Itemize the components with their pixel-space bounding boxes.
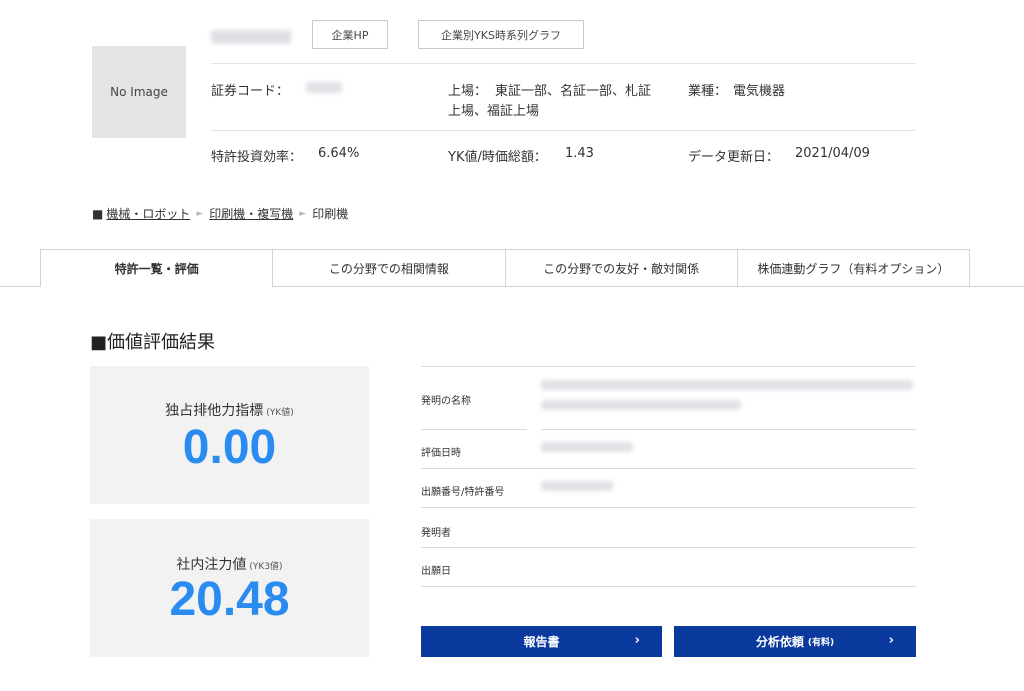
tab-bar: 特許一覧・評価 この分野での相関情報 この分野での友好・敵対関係 株価連動グラフ… xyxy=(40,249,970,287)
report-button-label: 報告書 xyxy=(523,635,560,649)
invention-name-label: 発明の名称 xyxy=(421,396,471,407)
application-number-redacted xyxy=(541,481,613,491)
breadcrumb-item-machinery[interactable]: 機械・ロボット xyxy=(106,205,190,222)
header-divider xyxy=(211,63,916,64)
securities-code-label: 証券コード： xyxy=(211,84,290,99)
detail-rule xyxy=(421,366,916,367)
breadcrumb-separator-icon: ► xyxy=(196,208,204,219)
detail-rule xyxy=(421,586,916,587)
report-button[interactable]: 報告書 › xyxy=(421,626,662,657)
tab-baseline-right xyxy=(970,286,1024,287)
detail-rule xyxy=(421,547,916,548)
invention-name-redacted xyxy=(541,380,913,390)
analysis-request-button[interactable]: 分析依頼 (有料) › xyxy=(674,626,916,657)
evaluation-date-label: 評価日時 xyxy=(421,448,461,459)
tab-relationships[interactable]: この分野での友好・敵対関係 xyxy=(505,249,738,287)
chevron-right-icon: › xyxy=(634,633,640,648)
listing-value-line2: 上場、福証上場 xyxy=(448,104,540,119)
inventor-label: 発明者 xyxy=(421,528,451,539)
detail-rule xyxy=(421,507,916,508)
yk3-value-label: 社内注力値 (YK3値) xyxy=(176,557,283,573)
listing-label: 上場： xyxy=(448,84,488,99)
tab-correlation[interactable]: この分野での相関情報 xyxy=(273,249,506,287)
breadcrumb: ■ 機械・ロボット ► 印刷機・複写機 ► 印刷機 xyxy=(92,205,348,222)
data-updated-label: データ更新日： xyxy=(688,150,780,165)
patent-efficiency-label: 特許投資効率： xyxy=(211,150,303,165)
detail-rule xyxy=(421,429,527,430)
analysis-button-label: 分析依頼 xyxy=(755,635,804,649)
industry-value: 電気機器 xyxy=(733,84,786,99)
company-logo-placeholder: No Image xyxy=(92,46,186,138)
patent-efficiency-value: 6.64% xyxy=(318,146,360,161)
breadcrumb-item-printers: 印刷機 xyxy=(312,207,349,221)
application-number-label: 出願番号/特許番号 xyxy=(421,487,505,498)
yk-value-card: 独占排他力指標 (YK値) 0.00 xyxy=(90,366,369,504)
invention-name-redacted-2 xyxy=(541,400,741,410)
industry-label: 業種： xyxy=(688,84,728,99)
breadcrumb-item-printers-copiers[interactable]: 印刷機・複写機 xyxy=(209,205,293,222)
yks-timeseries-graph-button[interactable]: 企業別YKS時系列グラフ xyxy=(418,20,584,49)
tab-baseline-left xyxy=(0,286,40,287)
section-title: ■価値評価結果 xyxy=(90,332,216,353)
yk-market-cap-value: 1.43 xyxy=(565,146,594,161)
filing-date-label: 出願日 xyxy=(421,566,451,577)
chevron-right-icon: › xyxy=(888,633,894,648)
tab-stock-graph[interactable]: 株価連動グラフ（有料オプション） xyxy=(737,249,970,287)
detail-rule xyxy=(421,468,916,469)
header-divider-2 xyxy=(211,130,916,131)
evaluation-date-redacted xyxy=(541,442,633,452)
company-name-redacted xyxy=(211,30,291,44)
listing-value-line1: 東証一部、名証一部、札証 xyxy=(495,84,652,99)
detail-rule xyxy=(541,429,916,430)
yk3-value-card: 社内注力値 (YK3値) 20.48 xyxy=(90,519,369,657)
yk-value-label: 独占排他力指標 (YK値) xyxy=(165,403,294,419)
data-updated-value: 2021/04/09 xyxy=(795,146,870,161)
analysis-paid-note: (有料) xyxy=(807,638,835,648)
breadcrumb-marker: ■ xyxy=(92,206,104,221)
yk3-value: 20.48 xyxy=(169,573,290,626)
yk-market-cap-label: YK値/時価総額： xyxy=(448,150,547,165)
company-hp-button[interactable]: 企業HP xyxy=(312,20,388,49)
yk-value: 0.00 xyxy=(182,421,277,474)
tab-patent-list[interactable]: 特許一覧・評価 xyxy=(40,249,274,287)
breadcrumb-separator-icon: ► xyxy=(299,208,307,219)
securities-code-value-redacted xyxy=(306,82,342,93)
